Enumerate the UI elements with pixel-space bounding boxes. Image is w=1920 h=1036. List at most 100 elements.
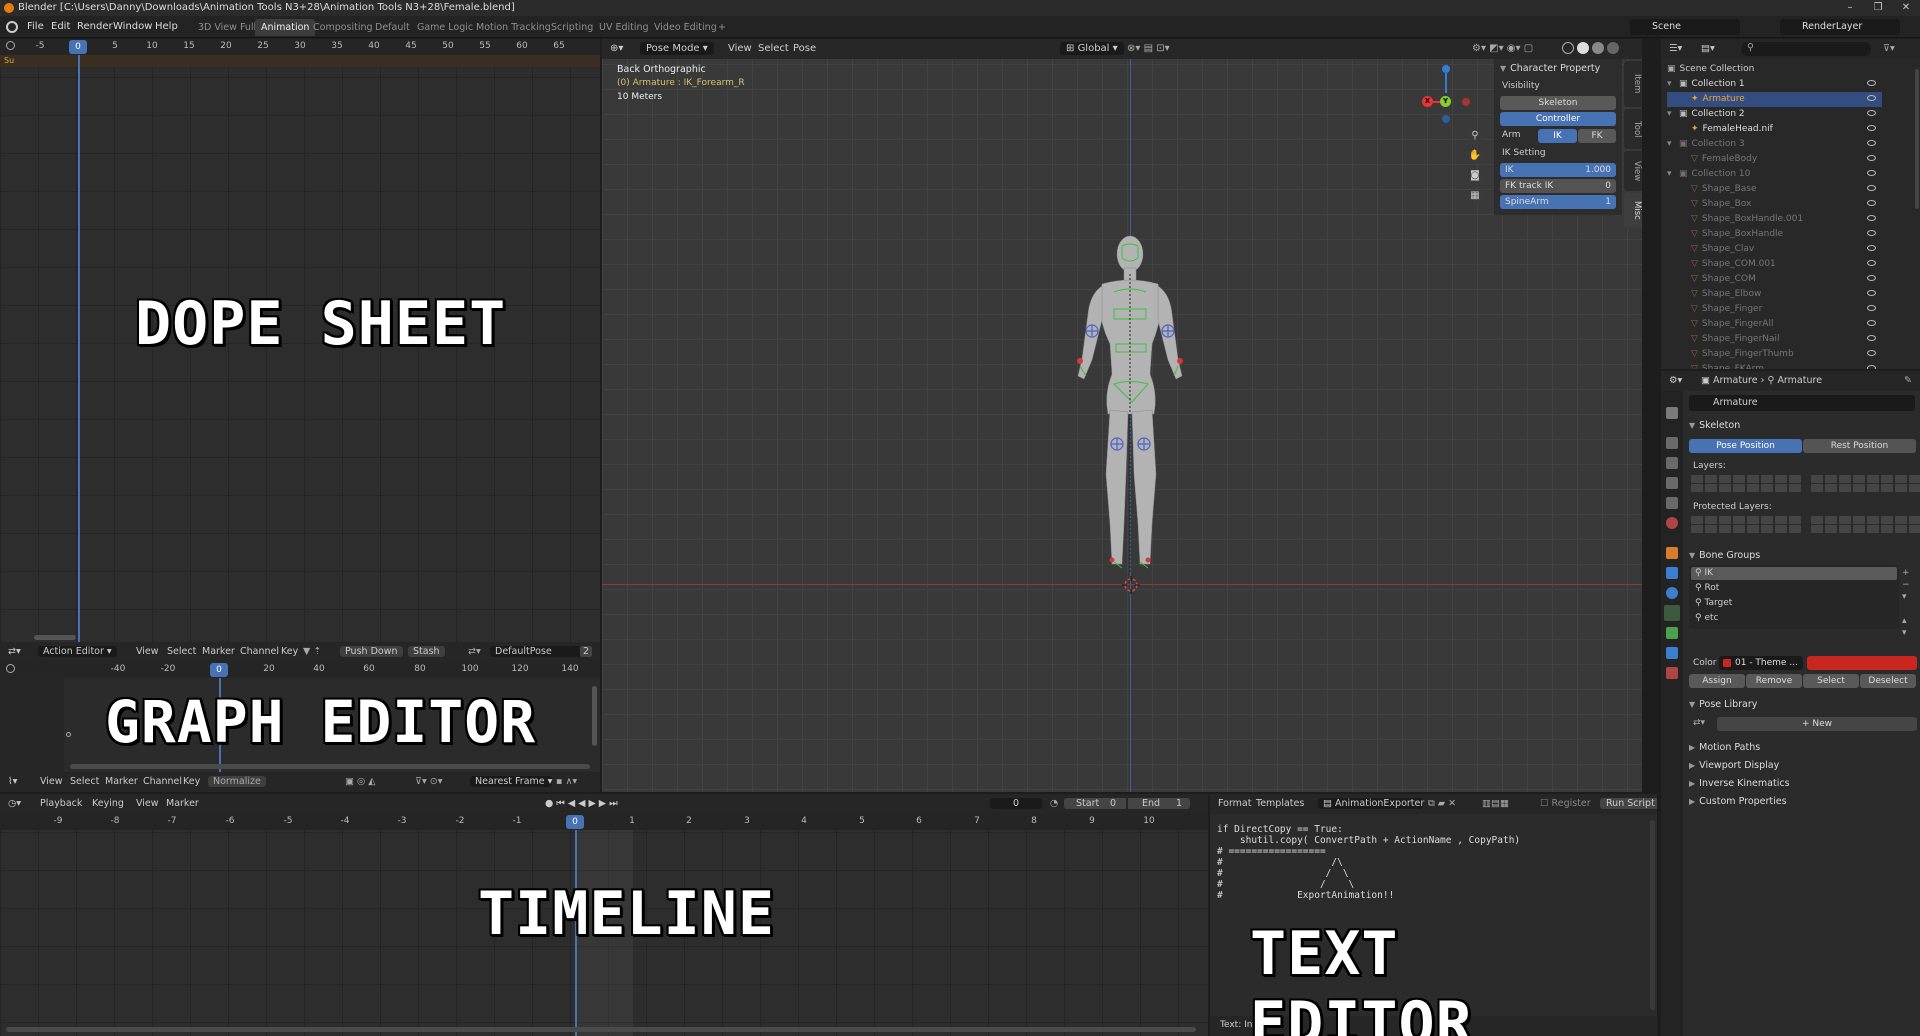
outliner-row[interactable]: ▽ Shape_COM: [1667, 272, 1882, 287]
visibility-eye-icon[interactable]: [1867, 275, 1876, 281]
world-tab-icon[interactable]: [1666, 517, 1678, 529]
graph-editor-ruler[interactable]: -40 -20 20 40 60 80 100 120 140 0: [0, 662, 600, 678]
mode-dropdown[interactable]: Action Editor ▾: [38, 646, 117, 657]
visibility-eye-icon[interactable]: [1867, 245, 1876, 251]
outliner-row[interactable]: ✦ Armature: [1667, 92, 1882, 107]
vertical-scrollbar[interactable]: [1915, 69, 1919, 209]
layer-toggle[interactable]: [1789, 525, 1801, 533]
modifiers-tab-icon[interactable]: [1666, 567, 1678, 579]
layer-toggle[interactable]: [1705, 475, 1717, 483]
layer-toggle[interactable]: [1853, 525, 1865, 533]
skeleton-button[interactable]: Skeleton: [1500, 96, 1616, 110]
menu-select[interactable]: Select: [758, 43, 789, 54]
mode-dropdown[interactable]: Pose Mode ▾: [640, 42, 714, 55]
visibility-eye-icon[interactable]: [1867, 335, 1876, 341]
menu-edit[interactable]: Edit: [51, 21, 70, 32]
code-content[interactable]: if DirectCopy == True: shutil.copy( Conv…: [1217, 824, 1647, 901]
navigation-gizmo[interactable]: X Y: [1422, 61, 1470, 123]
layer-toggle[interactable]: [1719, 525, 1731, 533]
layer-toggle[interactable]: [1825, 525, 1837, 533]
sidebar-tab-item[interactable]: Item: [1624, 61, 1642, 107]
inverse-kinematics-section[interactable]: ▶ Inverse Kinematics: [1689, 778, 1790, 789]
visibility-eye-icon[interactable]: [1867, 365, 1876, 369]
visibility-eye-icon[interactable]: [1867, 80, 1876, 86]
visibility-eye-icon[interactable]: [1867, 95, 1876, 101]
push-down-button[interactable]: Push Down: [340, 646, 403, 657]
layer-toggle[interactable]: [1895, 475, 1907, 483]
layer-toggle[interactable]: [1719, 516, 1731, 524]
visibility-eye-icon[interactable]: [1867, 290, 1876, 296]
outliner-row[interactable]: ▽ Shape_FingerAll: [1667, 317, 1882, 332]
visibility-eye-icon[interactable]: [1867, 215, 1876, 221]
action-name-field[interactable]: DefaultPose: [490, 646, 590, 657]
chevron-down-icon[interactable]: ▾: [1667, 137, 1679, 152]
layer-toggle[interactable]: [1825, 516, 1837, 524]
shading-material-icon[interactable]: [1592, 42, 1604, 54]
layer-toggle[interactable]: [1747, 516, 1759, 524]
pose-position-button[interactable]: Pose Position: [1689, 439, 1802, 453]
register-checkbox[interactable]: ☐ Register: [1540, 798, 1591, 809]
editor-type-icon[interactable]: ☰▾: [1669, 43, 1682, 54]
close-button[interactable]: ✕: [1892, 0, 1920, 16]
color-set-dropdown[interactable]: 01 - Theme ...: [1719, 656, 1803, 670]
properties-area[interactable]: ⚙▾ ▣ Armature › ⚲ Armature ✎ Armature ▼ S…: [1661, 371, 1920, 1036]
filter-icon[interactable]: ⊽▾ ⊙▾: [415, 776, 442, 787]
render-layer-selector[interactable]: RenderLayer: [1780, 19, 1900, 35]
layer-toggle[interactable]: [1881, 475, 1893, 483]
editor-type-icon[interactable]: ⌇▾: [8, 776, 17, 787]
proportional-edit-icon[interactable]: ▪ ∧▾: [556, 776, 577, 787]
deselect-button[interactable]: Deselect: [1860, 674, 1916, 688]
maximize-button[interactable]: ❐: [1864, 0, 1892, 16]
horizontal-scrollbar[interactable]: [70, 764, 590, 769]
search-input[interactable]: ⚲: [1741, 42, 1871, 56]
layer-toggle[interactable]: [1705, 516, 1717, 524]
list-side-buttons[interactable]: + − ▾ ▴ ▾: [1902, 567, 1910, 639]
3d-viewport[interactable]: ⊕▾ Pose Mode ▾ View Select Pose ⊞ Global…: [602, 39, 1642, 792]
bone-group-item-ik[interactable]: ⚲ IK: [1691, 567, 1897, 580]
filter-icon[interactable]: ▼ ⇡: [303, 646, 321, 657]
layer-toggle[interactable]: [1839, 516, 1851, 524]
tab-default[interactable]: Default: [369, 19, 416, 36]
menu-templates[interactable]: Templates: [1256, 798, 1304, 809]
visibility-eye-icon[interactable]: [1867, 185, 1876, 191]
chevron-down-icon[interactable]: ▾: [1667, 107, 1679, 122]
menu-key[interactable]: Key: [183, 776, 200, 787]
horizontal-scrollbar[interactable]: [34, 635, 76, 640]
horizontal-scrollbar[interactable]: [6, 1027, 1196, 1032]
blender-menu-icon[interactable]: [6, 21, 18, 33]
layer-toggle[interactable]: [1881, 525, 1893, 533]
viewport-display-section[interactable]: ▶ Viewport Display: [1689, 760, 1779, 771]
zoom-icon[interactable]: ⚲: [1468, 130, 1482, 144]
layer-toggle[interactable]: [1761, 475, 1773, 483]
bone-constraint-tab-icon[interactable]: [1666, 647, 1678, 659]
tab-compositing[interactable]: Compositing: [307, 19, 379, 36]
pin-icon[interactable]: ✎: [1904, 375, 1912, 386]
scene-selector[interactable]: Scene: [1630, 19, 1740, 35]
layer-toggle[interactable]: [1867, 475, 1879, 483]
outliner-row[interactable]: ▽ Shape_COM.001: [1667, 257, 1882, 272]
outliner-row[interactable]: ▽ Shape_Base: [1667, 182, 1882, 197]
normalize-toggle[interactable]: Normalize: [208, 776, 266, 787]
layer-toggle[interactable]: [1761, 484, 1773, 492]
shading-solid-icon[interactable]: [1577, 42, 1589, 54]
armature-data-tab-icon[interactable]: [1664, 605, 1680, 621]
scene-tab-icon[interactable]: [1666, 497, 1678, 509]
tab-game-logic[interactable]: Game Logic: [411, 19, 479, 36]
assign-button[interactable]: Assign: [1689, 674, 1745, 688]
menu-format[interactable]: Format: [1218, 798, 1251, 809]
select-button[interactable]: Select: [1803, 674, 1859, 688]
layer-toggle[interactable]: [1747, 475, 1759, 483]
layer-toggle[interactable]: [1909, 525, 1920, 533]
editor-type-icon[interactable]: ⇄▾: [8, 646, 21, 657]
snap-dropdown[interactable]: Nearest Frame ▾: [470, 776, 552, 787]
render-tab-icon[interactable]: [1666, 437, 1678, 449]
menu-key[interactable]: Key: [281, 646, 298, 657]
protected-layers-grid[interactable]: [1691, 516, 1920, 536]
tool-tab-icon[interactable]: [1666, 407, 1678, 419]
gizmo-z-positive[interactable]: [1442, 65, 1450, 73]
camera-icon[interactable]: ◙: [1468, 170, 1482, 184]
menu-channel[interactable]: Channel: [240, 646, 279, 657]
layer-toggle[interactable]: [1747, 525, 1759, 533]
playback-controls[interactable]: ●⏮◀◀▶▶⏭: [545, 798, 621, 809]
layer-toggle[interactable]: [1853, 516, 1865, 524]
